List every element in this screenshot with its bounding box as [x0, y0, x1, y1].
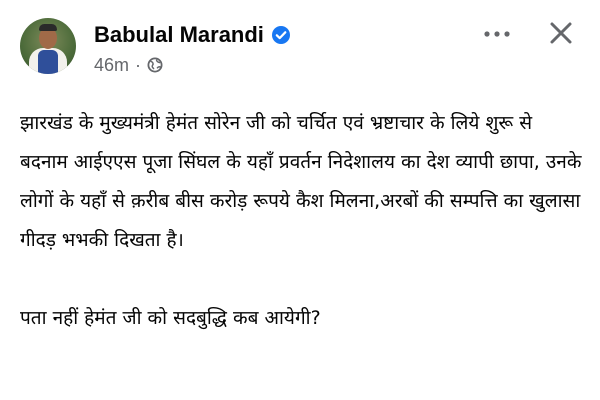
post-meta: 46m · — [94, 54, 163, 76]
more-options-icon[interactable] — [482, 22, 512, 46]
author-name[interactable]: Babulal Marandi — [94, 22, 264, 48]
avatar-vest — [38, 50, 58, 74]
verified-badge-icon — [271, 25, 291, 45]
post-content: झारखंड के मुख्यमंत्री हेमंत सोरेन जी को … — [20, 104, 585, 338]
author-avatar[interactable] — [20, 18, 76, 74]
post-header: Babulal Marandi 46m · — [20, 18, 582, 84]
close-icon[interactable] — [548, 20, 574, 46]
facebook-post: Babulal Marandi 46m · झारखंड के मुख्यमंत… — [0, 0, 600, 400]
post-time[interactable]: 46m — [94, 55, 129, 76]
meta-separator: · — [135, 54, 142, 75]
author-name-row: Babulal Marandi — [94, 20, 291, 50]
globe-icon[interactable] — [147, 57, 163, 73]
avatar-hair — [39, 24, 57, 31]
post-paragraph: पता नहीं हेमंत जी को सदबुद्धि कब आयेगी? — [20, 307, 321, 329]
post-paragraph: झारखंड के मुख्यमंत्री हेमंत सोरेन जी को … — [20, 112, 582, 251]
